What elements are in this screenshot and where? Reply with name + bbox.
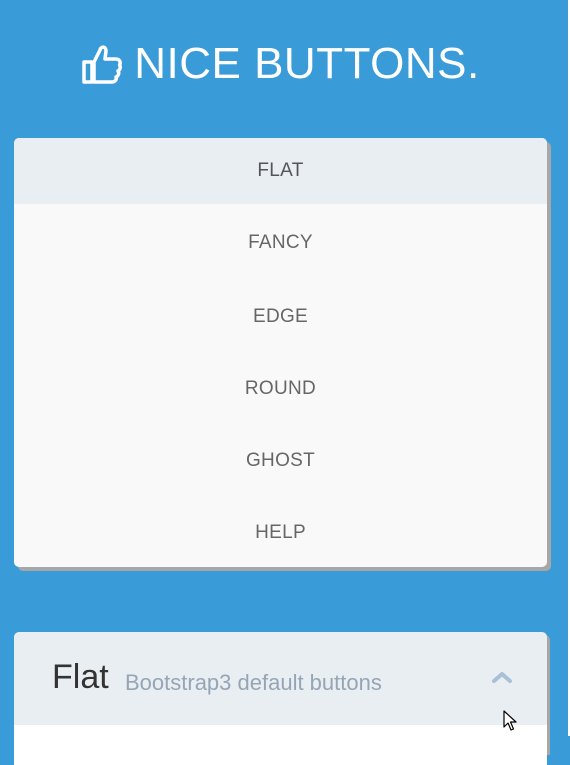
panel-body — [14, 725, 547, 765]
page-header: NICE BUTTONS. — [0, 36, 560, 92]
thumbs-up-icon — [80, 42, 124, 86]
menu-item-help[interactable]: HELP — [14, 497, 547, 567]
menu-item-round[interactable]: ROUND — [14, 353, 547, 425]
menu-item-ghost[interactable]: GHOST — [14, 425, 547, 497]
mouse-cursor-icon — [503, 710, 517, 732]
menu-item-edge[interactable]: EDGE — [14, 281, 547, 353]
page-title: NICE BUTTONS. — [134, 39, 480, 88]
flat-panel: Flat Bootstrap3 default buttons — [14, 632, 547, 765]
menu-item-fancy[interactable]: FANCY — [14, 204, 547, 281]
panel-title: Flat — [52, 658, 109, 696]
panel-header[interactable]: Flat Bootstrap3 default buttons — [14, 632, 547, 725]
menu-item-flat[interactable]: FLAT — [14, 138, 547, 204]
style-menu: FLAT FANCY EDGE ROUND GHOST HELP — [14, 138, 547, 567]
chevron-up-icon[interactable] — [490, 670, 514, 684]
panel-subtitle: Bootstrap3 default buttons — [125, 670, 382, 695]
